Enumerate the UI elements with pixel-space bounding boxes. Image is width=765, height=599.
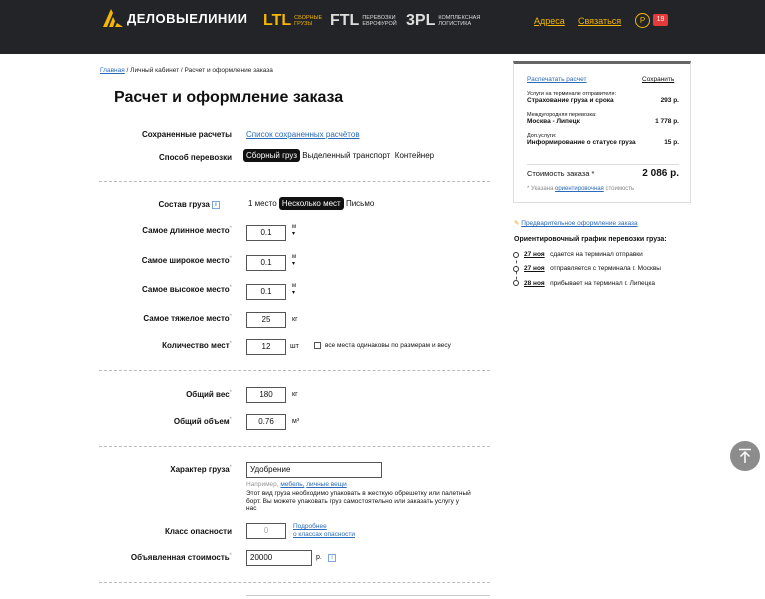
breadcrumb-current: Расчет и оформление заказа [184, 67, 273, 74]
width-input[interactable]: 0.1 [246, 255, 286, 271]
danger-more-link[interactable]: Подробнее о классах опасности [293, 523, 355, 539]
summary-total: Стоимость заказа * 2 086 р. [527, 164, 679, 179]
arrow-up-icon [739, 448, 751, 463]
weight-label: Самое тяжелое место* [143, 314, 232, 323]
info-icon[interactable]: i [328, 554, 336, 562]
scroll-to-top-button[interactable] [730, 441, 760, 471]
height-input[interactable]: 0.1 [246, 284, 286, 300]
print-link[interactable]: Распечатать расчет [527, 76, 586, 83]
schedule-item: 27 ноя отправляется с терминала г. Москв… [524, 265, 661, 272]
height-unit-select[interactable]: м ▾ [292, 283, 296, 297]
service-ltl[interactable]: LTL сборные грузы [263, 12, 322, 30]
divider [99, 370, 490, 371]
weight-unit: кг [292, 316, 298, 323]
summary-footnote: * Указана ориентировочная стоимость [527, 186, 635, 192]
total-weight-label: Общий вес* [186, 390, 232, 399]
breadcrumb-cabinet[interactable]: Личный кабинет [130, 67, 179, 74]
height-label: Самое высокое место* [142, 285, 232, 294]
hint-furniture-link[interactable]: мебель, [280, 481, 304, 488]
length-input[interactable]: 0.1 [246, 225, 286, 241]
schedule-dot-icon [513, 252, 519, 258]
service-ftl[interactable]: FTL перевозки еврофурой [330, 12, 397, 30]
logo-text: ДЕЛОВЫЕЛИНИИ [127, 10, 248, 26]
character-input[interactable]: Удобрение [246, 462, 382, 478]
schedule-item: 27 ноя сдается на терминал отправки [524, 251, 643, 258]
composition-label: Состав груза i [90, 200, 220, 209]
order-summary-panel: Распечатать расчет Сохранить Услуги на т… [513, 61, 691, 203]
contact-link[interactable]: Связаться [578, 16, 621, 26]
total-volume-input[interactable]: 0.76 [246, 414, 286, 430]
same-size-label[interactable]: все места одинаковы по размерам и весу [325, 342, 451, 349]
summary-row: Услуги на терминале отправителя: Страхов… [527, 91, 679, 104]
preorder-link[interactable]: ✎ Предварительное оформление заказа [514, 219, 638, 227]
width-label: Самое широкое место* [141, 256, 232, 265]
length-label: Самое длинное место* [142, 226, 232, 235]
logo[interactable]: ДЕЛОВЫЕЛИНИИ [103, 9, 248, 27]
edit-icon: ✎ [514, 220, 520, 227]
danger-label: Класс опасности [164, 527, 232, 536]
length-unit-select[interactable]: м ▾ [292, 224, 296, 238]
character-hint: Например, мебель, личные вещи [246, 481, 347, 488]
info-icon[interactable]: i [212, 200, 220, 209]
transport-option-dedicated[interactable]: Выделенный транспорт [302, 151, 390, 160]
transport-toggle: Сборный груз Выделенный транспорт Контей… [243, 149, 434, 162]
total-weight-input[interactable]: 180 [246, 387, 286, 403]
schedule-item: 28 ноя прибывает на терминал г. Липецка [524, 280, 655, 287]
divider [246, 595, 490, 596]
width-unit-select[interactable]: м ▾ [292, 254, 296, 268]
composition-option-letter[interactable]: Письмо [346, 199, 374, 208]
service-3pl[interactable]: 3PL комплексная логистика [406, 12, 480, 30]
addresses-link[interactable]: Адреса [534, 16, 565, 26]
divider [99, 446, 490, 447]
count-input[interactable]: 12 [246, 339, 286, 355]
breadcrumb: Главная / Личный кабинет / Расчет и офор… [100, 67, 273, 74]
total-weight-unit: кг [292, 391, 298, 398]
currency-button[interactable]: Р [635, 13, 650, 28]
danger-input[interactable]: 0 [246, 523, 286, 539]
transport-label: Способ перевозки [159, 153, 232, 162]
save-link[interactable]: Сохранить [642, 76, 674, 83]
page-title: Расчет и оформление заказа [114, 89, 344, 106]
schedule-title: Ориентировочный график перевозки груза: [514, 236, 667, 243]
logo-mark-icon [103, 9, 123, 27]
packaging-note: Этот вид груза необходимо упаковать в же… [246, 490, 471, 512]
schedule-dot-icon [513, 266, 519, 272]
declared-input[interactable]: 20000 [246, 550, 312, 566]
declared-label: Объявленная стоимость* [130, 553, 232, 562]
weight-input[interactable]: 25 [246, 312, 286, 328]
total-volume-label: Общий объем* [173, 417, 232, 426]
saved-label: Сохраненные расчеты [141, 130, 232, 139]
top-header: ДЕЛОВЫЕЛИНИИ LTL сборные грузы FTL перево… [0, 0, 765, 54]
composition-toggle: 1 место Несколько мест Письмо [248, 197, 374, 210]
declared-unit: р. [316, 554, 322, 561]
summary-row: Доп.услуги: Информирование о статусе гру… [527, 133, 679, 146]
divider [99, 582, 490, 583]
count-label: Количество мест* [162, 341, 232, 350]
composition-option-single[interactable]: 1 место [248, 199, 277, 208]
count-unit: шт [290, 343, 299, 350]
saved-list-link[interactable]: Список сохраненных расчётов [246, 130, 360, 139]
total-volume-unit: м³ [292, 418, 300, 425]
schedule-dot-icon [513, 280, 519, 286]
hint-personal-link[interactable]: личные вещи [306, 481, 346, 488]
character-label: Характер груза* [170, 465, 232, 474]
breadcrumb-home[interactable]: Главная [100, 67, 125, 74]
divider [99, 181, 490, 182]
transport-option-groupage[interactable]: Сборный груз [243, 149, 301, 162]
transport-option-container[interactable]: Контейнер [395, 151, 434, 160]
composition-option-multiple[interactable]: Несколько мест [278, 197, 344, 210]
same-size-checkbox[interactable] [314, 342, 321, 349]
notification-badge[interactable]: 19 [653, 14, 668, 26]
summary-row: Междугородняя перевозка: Москва - Липецк… [527, 112, 679, 125]
